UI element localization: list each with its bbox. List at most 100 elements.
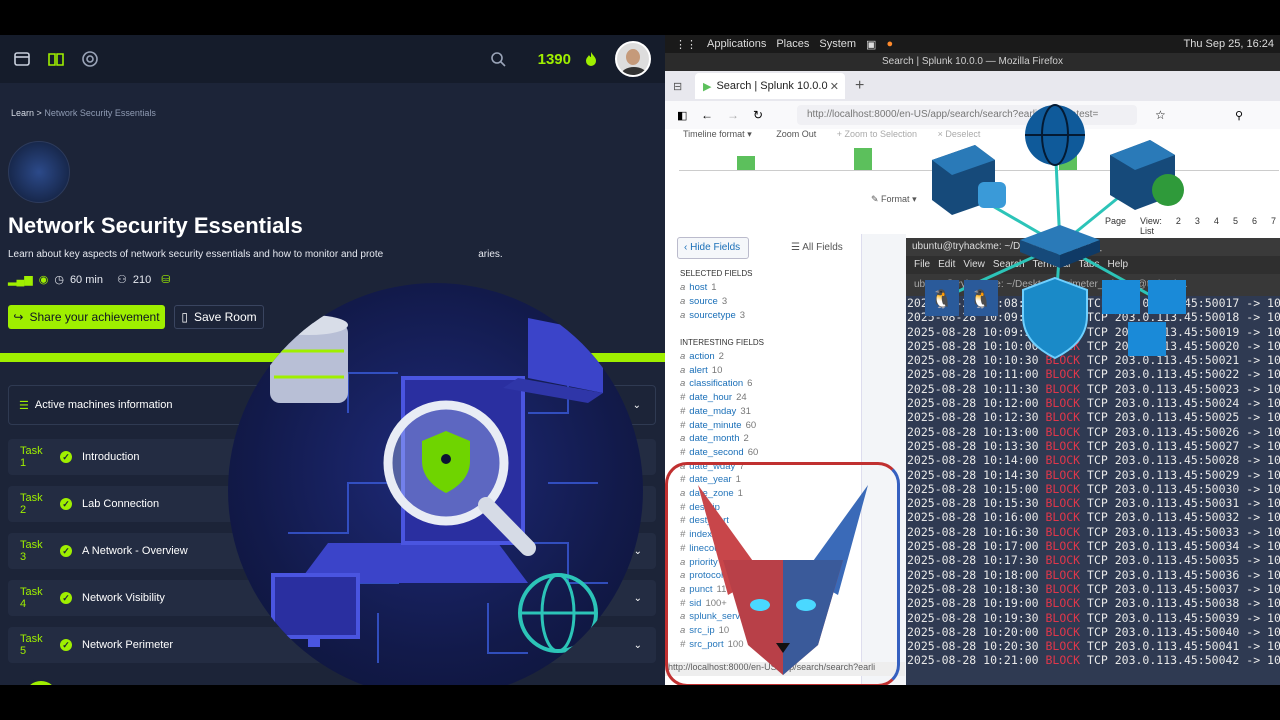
log-action: BLOCK — [1045, 567, 1081, 582]
all-fields-button[interactable]: ☰ All Fields — [791, 242, 843, 253]
field-sourcetype[interactable]: a sourcetype 3 — [680, 310, 745, 321]
log-action: BLOCK — [1045, 553, 1081, 568]
field-source[interactable]: a source 3 — [680, 296, 727, 307]
breadcrumb: Learn > Network Security Essentials — [11, 108, 156, 118]
log-action: BLOCK — [1045, 596, 1081, 611]
log-details: TCP 203.0.113.45:50028 -> 10 — [1080, 453, 1280, 468]
firefox-window-title: Search | Splunk 10.0.0 — Mozilla Firefox — [665, 53, 1280, 71]
field-count: 2 — [718, 351, 724, 362]
log-line: 2025-08-28 10:17:30 BLOCK TCP 203.0.113.… — [906, 553, 1280, 567]
log-timestamp: 2025-08-28 10:12:00 — [907, 396, 1046, 411]
menu-applications[interactable]: Applications — [707, 38, 766, 50]
points-counter: 1390 — [537, 50, 571, 68]
laptop-small-icon — [503, 318, 603, 403]
check-icon: ✓ — [60, 451, 72, 463]
field-date-mday[interactable]: # date_mday 31 — [680, 406, 751, 417]
tab-splunk-search[interactable]: ▶ Search | Splunk 10.0.0 ✕ — [695, 73, 845, 99]
log-details: TCP 203.0.113.45:50035 -> 10 — [1080, 553, 1280, 568]
log-action: BLOCK — [1045, 481, 1081, 496]
tab-overview-icon[interactable]: ⊟ — [673, 80, 682, 93]
share-icon: ↪ — [13, 310, 24, 324]
format-label: Format — [881, 194, 910, 204]
field-name: date_second — [689, 446, 744, 458]
format-menu[interactable]: ✎ Format ▾ — [871, 194, 917, 205]
task-title: Introduction — [82, 451, 140, 463]
search-icon[interactable] — [488, 49, 508, 69]
back-icon[interactable]: ← — [701, 108, 713, 122]
field-date-second[interactable]: # date_second 60 — [680, 447, 758, 458]
log-action: BLOCK — [1045, 581, 1081, 596]
close-tab-icon[interactable]: ✕ — [830, 80, 839, 93]
svg-text:🐧: 🐧 — [931, 288, 953, 309]
sidebar-icon[interactable]: ◧ — [677, 109, 687, 122]
field-date-minute[interactable]: # date_minute 60 — [680, 420, 756, 431]
task-title: A Network - Overview — [82, 545, 188, 557]
save-room-button[interactable]: ▯ Save Room — [174, 305, 264, 329]
badge-icon: ◉ — [38, 274, 49, 286]
share-achievement-button[interactable]: ↪ Share your achievement — [8, 305, 165, 329]
field-action[interactable]: a action 2 — [680, 351, 724, 362]
log-line: 2025-08-28 10:20:00 BLOCK TCP 203.0.113.… — [906, 625, 1280, 639]
field-alert[interactable]: a alert 10 — [680, 365, 722, 376]
field-type: a — [680, 282, 686, 293]
zoom-out[interactable]: Zoom Out — [776, 129, 816, 139]
timeline-format[interactable]: Timeline format — [683, 129, 745, 139]
field-name: action — [689, 351, 715, 362]
log-timestamp: 2025-08-28 10:13:00 — [907, 424, 1046, 439]
interesting-fields-heading: INTERESTING FIELDS — [680, 338, 765, 347]
task-title: Network Visibility — [82, 592, 165, 604]
field-type: a — [680, 364, 686, 376]
field-count: 3 — [721, 296, 728, 307]
window-icon[interactable] — [12, 49, 32, 69]
selected-fields-heading: SELECTED FIELDS — [680, 269, 753, 278]
room-logo — [8, 141, 70, 203]
room-users: 210 — [132, 273, 152, 286]
menu-system[interactable]: System — [819, 38, 856, 50]
forward-icon[interactable]: → — [727, 108, 739, 122]
page-5[interactable]: 5 — [1233, 216, 1238, 236]
tab-title: Search | Splunk 10.0.0 — [716, 80, 828, 92]
field-name: sourcetype — [689, 310, 736, 321]
log-line: 2025-08-28 10:13:30 BLOCK TCP 203.0.113.… — [906, 439, 1280, 453]
server-icon: ☰ — [19, 399, 29, 412]
bug-report-icon[interactable] — [24, 678, 58, 685]
menu-places[interactable]: Places — [776, 38, 809, 50]
apps-grid-icon: ⋮⋮ — [675, 38, 697, 51]
page-7[interactable]: 7 — [1271, 216, 1276, 236]
hide-fields-button[interactable]: ‹ Hide Fields — [677, 237, 749, 259]
firefox-launcher-icon[interactable]: ● — [886, 38, 893, 50]
breadcrumb-separator: > — [36, 108, 42, 118]
room-description-text: Learn about key aspects of network secur… — [8, 249, 384, 260]
reload-icon[interactable]: ↻ — [753, 108, 763, 122]
log-line: 2025-08-28 10:20:30 BLOCK TCP 203.0.113.… — [906, 639, 1280, 653]
terminal-launcher-icon[interactable]: ▣ — [866, 38, 876, 51]
top-navbar: 1390 — [0, 35, 665, 83]
database-icon — [978, 182, 1006, 208]
target-icon[interactable] — [80, 49, 100, 69]
user-avatar[interactable] — [615, 41, 651, 77]
new-tab-icon[interactable]: + — [855, 77, 864, 95]
book-icon[interactable] — [46, 49, 66, 69]
field-date-month[interactable]: a date_month 2 — [680, 433, 749, 444]
field-name: date_hour — [689, 392, 733, 404]
field-classification[interactable]: a classification 6 — [680, 378, 752, 389]
log-timestamp: 2025-08-28 10:11:30 — [907, 381, 1046, 396]
bookmark-icon: ▯ — [181, 310, 188, 324]
field-date-hour[interactable]: # date_hour 24 — [680, 392, 747, 403]
log-line: 2025-08-28 10:18:30 BLOCK TCP 203.0.113.… — [906, 582, 1280, 596]
save-label: Save Room — [193, 310, 257, 324]
extensions-icon[interactable]: ⚲ — [1235, 109, 1243, 122]
zoom-selection[interactable]: + Zoom to Selection — [837, 129, 917, 139]
log-action: BLOCK — [1045, 424, 1081, 439]
field-host[interactable]: a host 1 — [680, 282, 717, 293]
page-4[interactable]: 4 — [1214, 216, 1219, 236]
field-type: a — [680, 296, 686, 307]
page-6[interactable]: 6 — [1252, 216, 1257, 236]
log-action: BLOCK — [1045, 510, 1081, 525]
breadcrumb-learn[interactable]: Learn — [11, 108, 34, 118]
log-line: 2025-08-28 10:14:00 BLOCK TCP 203.0.113.… — [906, 453, 1280, 467]
log-timestamp: 2025-08-28 10:11:00 — [907, 367, 1046, 382]
field-count: 2 — [743, 433, 749, 445]
firefox-tabbar: ⊟ ▶ Search | Splunk 10.0.0 ✕ + — [665, 71, 1280, 101]
field-name: date_month — [689, 433, 740, 445]
